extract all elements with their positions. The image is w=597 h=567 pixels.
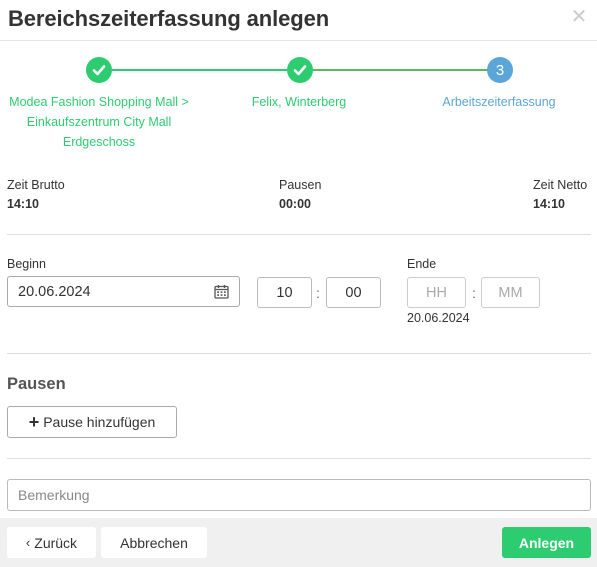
summary-netto-value: 14:10 [533, 197, 565, 211]
beginn-date-input[interactable]: 20.06.2024 [7, 276, 240, 307]
stepper-connector [313, 69, 488, 71]
chevron-left-icon: ‹ [25, 535, 31, 550]
summary-netto: Zeit Netto 14:10 [533, 177, 587, 214]
time-separator: : [472, 285, 476, 301]
add-pause-button[interactable]: + Pause hinzufügen [7, 406, 177, 438]
cancel-button[interactable]: Abbrechen [101, 527, 207, 558]
summary-brutto-value: 14:10 [7, 197, 39, 211]
plus-icon: + [28, 412, 40, 432]
ende-minute-input[interactable]: MM [481, 277, 540, 308]
step-1-label-line: Modea Fashion Shopping Mall > [9, 95, 189, 109]
divider [7, 458, 591, 459]
time-separator: : [316, 285, 320, 301]
beginn-label: Beginn [7, 257, 46, 271]
step-3-label: Arbeitszeiterfassung [442, 95, 556, 109]
stepper-connector [112, 69, 287, 71]
step-1-check-icon[interactable] [86, 57, 112, 83]
stepper: 3 Modea Fashion Shopping Mall > Einkaufs… [0, 50, 597, 160]
bemerkung-input[interactable]: Bemerkung [7, 479, 591, 511]
beginn-date-value: 20.06.2024 [18, 283, 91, 300]
beginn-minute-input[interactable]: 00 [326, 277, 381, 308]
divider [7, 234, 591, 235]
step-1-label-line: Erdgeschoss [62, 135, 136, 149]
step-3-number: 3 [487, 57, 513, 83]
summary-netto-label: Zeit Netto [533, 178, 588, 192]
ende-label: Ende [407, 257, 437, 271]
dialog-header: Bereichszeiterfassung anlegen ✕ [0, 0, 597, 41]
back-label: Zurück [34, 534, 78, 551]
summary-pausen-value: 00:00 [279, 197, 311, 211]
ende-date: 20.06.2024 [407, 311, 470, 325]
summary-pausen-label: Pausen [279, 178, 322, 192]
dialog-title: Bereichszeiterfassung anlegen [8, 6, 330, 31]
add-pause-label: Pause hinzufügen [43, 414, 156, 430]
step-2-label[interactable]: Felix, Winterberg [220, 92, 378, 112]
pausen-title: Pausen [7, 375, 66, 393]
ende-hour-input[interactable]: HH [407, 277, 466, 308]
divider [7, 353, 591, 354]
close-icon[interactable]: ✕ [568, 6, 590, 28]
summary-brutto-label: Zeit Brutto [7, 178, 65, 192]
step-2-check-icon[interactable] [287, 57, 313, 83]
back-button[interactable]: ‹ Zurück [7, 527, 96, 558]
beginn-hour-input[interactable]: 10 [257, 277, 312, 308]
summary-pausen: Pausen 00:00 [279, 177, 321, 214]
step-1-label[interactable]: Modea Fashion Shopping Mall > Einkaufsze… [0, 92, 198, 152]
step-1-label-line: Einkaufszentrum City Mall [26, 115, 172, 129]
create-button[interactable]: Anlegen [502, 527, 591, 558]
calendar-icon[interactable] [214, 284, 229, 299]
summary-brutto: Zeit Brutto 14:10 [7, 177, 65, 214]
dialog-footer: ‹ Zurück Abbrechen Anlegen [0, 518, 597, 567]
